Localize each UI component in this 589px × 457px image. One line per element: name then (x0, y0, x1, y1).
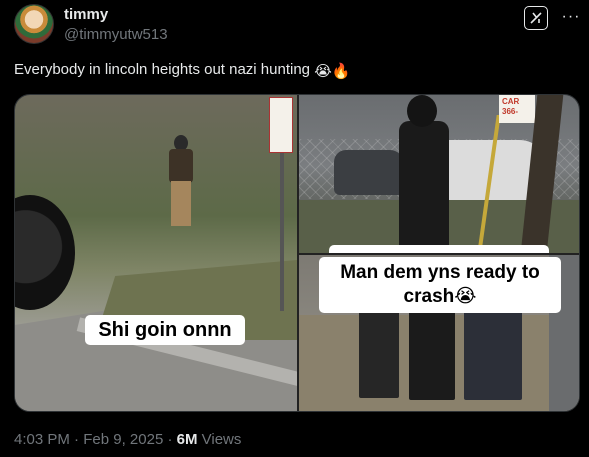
photo-1-caption: Shi goin onnn (85, 315, 245, 345)
photo-3-caption: Man dem yns ready to crash😭 (319, 257, 561, 313)
person-head (407, 95, 437, 127)
media-photo-3[interactable]: Man dem yns ready to crash😭 (299, 255, 579, 411)
caption-edge (329, 245, 549, 253)
author-handle[interactable]: @timmyutw513 (64, 26, 168, 44)
media-grid[interactable]: Shi goin onnn CAR 366- Man dem yns ready … (14, 94, 580, 412)
tweet-text-body: Everybody in lincoln heights out nazi hu… (14, 61, 311, 78)
media-photo-1[interactable]: Shi goin onnn (15, 95, 297, 411)
grok-button[interactable] (524, 6, 548, 30)
meta-separator: · (163, 431, 177, 448)
views-label: Views (197, 431, 242, 448)
parked-car-dark (334, 150, 404, 195)
person-body (399, 121, 449, 253)
person-torso (169, 149, 193, 183)
person-figure (165, 135, 197, 230)
person-figure (399, 95, 449, 253)
tweet-header: timmy @timmyutw513 ··· (14, 4, 579, 48)
sign-text: CAR 366- (502, 97, 520, 116)
more-horizontal-icon: ··· (561, 8, 581, 25)
tweet-meta: 4:03 PM · Feb 9, 2025 · 6M Views (14, 431, 241, 449)
loudly-crying-emoji: 😭 (454, 286, 477, 307)
tweet-text: Everybody in lincoln heights out nazi hu… (14, 60, 574, 81)
more-options-button[interactable]: ··· (560, 6, 582, 28)
grok-icon (530, 12, 542, 24)
sign-pole (280, 151, 284, 311)
photo-3-caption-line2: crash (403, 286, 455, 307)
tweet-time[interactable]: 4:03 PM (14, 431, 70, 448)
avatar[interactable] (14, 4, 54, 44)
meta-separator: · (69, 431, 84, 448)
author-names: timmy @timmyutw513 (64, 6, 168, 44)
car-mirror (15, 195, 75, 310)
media-photo-2[interactable]: CAR 366- (299, 95, 579, 253)
tweet-date[interactable]: Feb 9, 2025 (83, 431, 163, 448)
photo-3-caption-line1: Man dem yns ready to (340, 262, 540, 283)
views-count[interactable]: 6M (177, 431, 198, 448)
street-sign: CAR 366- (499, 95, 535, 123)
street-sign (269, 97, 293, 153)
loudly-crying-emoji: 😭 (314, 63, 332, 80)
person-legs (171, 181, 191, 226)
fire-emoji: 🔥 (331, 63, 351, 80)
author-display-name[interactable]: timmy (64, 6, 168, 24)
